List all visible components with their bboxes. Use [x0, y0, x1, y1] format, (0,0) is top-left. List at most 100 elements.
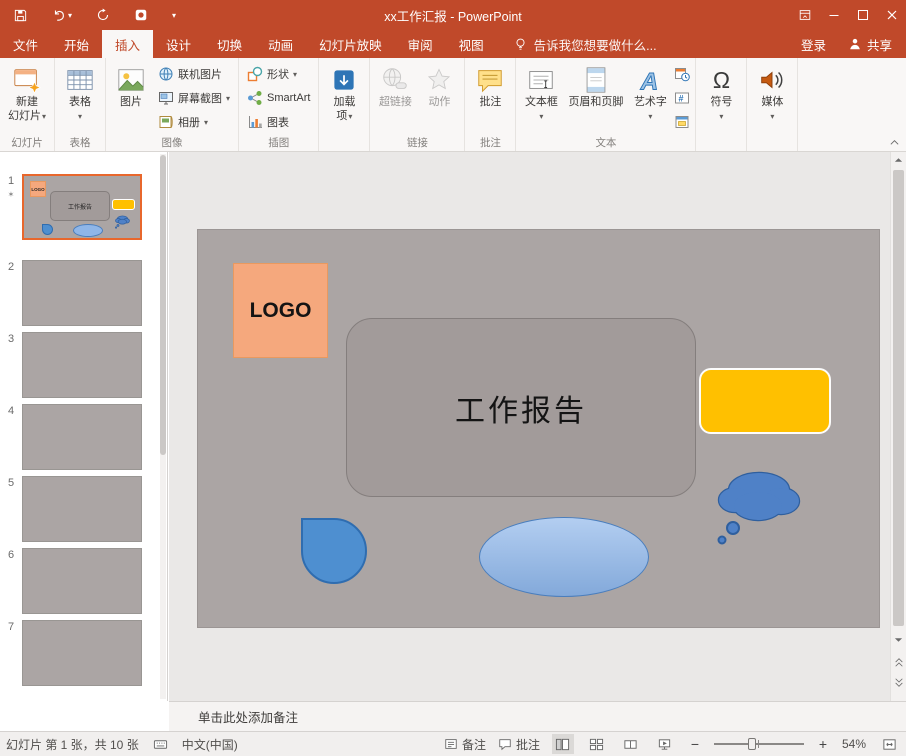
header-footer-icon — [583, 63, 609, 96]
add-ins-button[interactable]: 加载 项▾ — [322, 59, 366, 136]
chart-button[interactable]: 图表 — [242, 110, 315, 134]
ribbon-group-images: 图片 联机图片 屏幕截图 ▾ 相册 ▾ — [106, 58, 239, 151]
slide-number: 4 — [8, 405, 14, 417]
slide-thumbnail-6[interactable] — [22, 548, 142, 614]
comment-button[interactable]: 批注 — [468, 59, 512, 136]
slide-thumbnail-2[interactable] — [22, 260, 142, 326]
close-button[interactable] — [877, 0, 906, 30]
previous-slide-button[interactable] — [891, 654, 906, 670]
save-button[interactable] — [13, 8, 28, 23]
zoom-slider-thumb[interactable] — [748, 738, 756, 750]
undo-button[interactable]: ▾ — [52, 8, 72, 22]
window-controls — [790, 0, 906, 30]
tab-slideshow[interactable]: 幻灯片放映 — [306, 30, 395, 58]
symbol-button[interactable]: Ω 符号 ▾ — [699, 59, 743, 136]
tab-view[interactable]: 视图 — [446, 30, 497, 58]
ribbon-display-options-button[interactable] — [790, 0, 819, 30]
media-button[interactable]: 媒体 ▾ — [750, 59, 794, 136]
zoom-slider[interactable] — [714, 743, 804, 745]
notes-icon — [444, 737, 458, 751]
yellow-rounded-rectangle[interactable] — [699, 368, 831, 434]
tab-file[interactable]: 文件 — [0, 30, 51, 58]
notes-toggle-button[interactable]: 备注 — [444, 736, 486, 753]
redo-button[interactable] — [96, 8, 110, 22]
slide-sorter-view-button[interactable] — [586, 734, 608, 754]
thumbnail-scrollbar-thumb[interactable] — [160, 155, 166, 455]
tab-animations[interactable]: 动画 — [255, 30, 306, 58]
collapse-ribbon-button[interactable] — [887, 136, 901, 148]
undo-dropdown-icon[interactable]: ▾ — [68, 11, 72, 20]
comment-icon — [475, 63, 505, 96]
scroll-down-button[interactable] — [891, 632, 906, 648]
screenshot-button[interactable]: 屏幕截图 ▾ — [153, 86, 235, 110]
table-button[interactable]: 表格 ▾ — [58, 59, 102, 136]
slideshow-view-button[interactable] — [654, 734, 676, 754]
comments-toggle-button[interactable]: 批注 — [498, 736, 540, 753]
maximize-button[interactable] — [848, 0, 877, 30]
wordart-button[interactable]: A 艺术字 ▾ — [628, 59, 672, 136]
thumbnail-scrollbar[interactable] — [160, 154, 166, 699]
tab-review[interactable]: 审阅 — [395, 30, 446, 58]
slide-thumbnail-5[interactable] — [22, 476, 142, 542]
share-button[interactable]: 共享 — [848, 35, 892, 54]
date-time-button[interactable] — [672, 62, 692, 86]
cloud-callout-shape[interactable] — [711, 462, 807, 548]
slide-editing-area[interactable]: LOGO 工作报告 — [169, 152, 890, 701]
sign-in-button[interactable]: 登录 — [801, 35, 826, 54]
photo-album-button[interactable]: 相册 ▾ — [153, 110, 235, 134]
screenshot-tool-button[interactable] — [134, 8, 148, 22]
header-footer-label: 页眉和页脚 — [568, 96, 623, 110]
slide-thumbnail-3[interactable] — [22, 332, 142, 398]
zoom-out-button[interactable]: − — [688, 736, 702, 752]
slide-thumbnail-1[interactable]: LOGO 工作报告 — [22, 174, 142, 240]
textbox-label: 文本框 — [525, 96, 558, 110]
minimize-button[interactable] — [819, 0, 848, 30]
title-rounded-rectangle[interactable]: 工作报告 — [346, 318, 696, 497]
dropdown-icon: ▾ — [204, 118, 208, 127]
fit-to-window-button[interactable] — [878, 734, 900, 754]
tab-insert[interactable]: 插入 — [102, 30, 153, 58]
slide-thumbnail-4[interactable] — [22, 404, 142, 470]
slide-number-button[interactable]: # — [672, 86, 692, 110]
mini-title-shape: 工作报告 — [50, 191, 110, 221]
vertical-scrollbar[interactable] — [890, 152, 906, 701]
scrollbar-thumb[interactable] — [893, 170, 904, 626]
scroll-up-button[interactable] — [891, 152, 906, 168]
status-right: 备注 批注 − + 54% — [444, 734, 900, 754]
zoom-in-button[interactable]: + — [816, 736, 830, 752]
notes-pane[interactable]: 单击此处添加备注 — [169, 701, 906, 731]
tell-me-placeholder: 告诉我您想要做什么... — [534, 35, 657, 54]
text-small-column: # — [672, 59, 692, 136]
textbox-button[interactable]: 文本框 ▾ — [519, 59, 563, 136]
smartart-button[interactable]: SmartArt — [242, 86, 315, 110]
language-indicator[interactable]: 中文(中国) — [182, 736, 238, 753]
tab-transitions[interactable]: 切换 — [204, 30, 255, 58]
picture-button[interactable]: 图片 — [109, 59, 153, 136]
online-pictures-button[interactable]: 联机图片 — [153, 62, 235, 86]
shapes-button[interactable]: 形状 ▾ — [242, 62, 315, 86]
logo-shape[interactable]: LOGO — [233, 263, 328, 358]
insert-object-button[interactable] — [672, 110, 692, 134]
date-time-icon — [674, 66, 690, 82]
customize-qat-button[interactable]: ▾ — [172, 11, 176, 20]
tab-home[interactable]: 开始 — [51, 30, 102, 58]
ribbon-group-symbols: Ω 符号 ▾ — [696, 58, 747, 151]
ellipse-shape[interactable] — [479, 517, 649, 597]
hyperlink-button[interactable]: 超链接 — [373, 59, 417, 136]
shapes-label: 形状 — [267, 66, 289, 82]
reading-view-button[interactable] — [620, 734, 642, 754]
tab-design[interactable]: 设计 — [153, 30, 204, 58]
dropdown-icon: ▾ — [719, 110, 723, 124]
slide-canvas[interactable]: LOGO 工作报告 — [198, 230, 879, 627]
teardrop-shape[interactable] — [301, 518, 367, 584]
spellcheck-button[interactable] — [153, 737, 168, 752]
header-footer-button[interactable]: 页眉和页脚 — [563, 59, 628, 136]
slide-number: 7 — [8, 621, 14, 633]
normal-view-button[interactable] — [552, 734, 574, 754]
slide-thumbnail-7[interactable] — [22, 620, 142, 686]
next-slide-button[interactable] — [891, 674, 906, 690]
new-slide-button[interactable]: 新建 幻灯片▾ — [3, 59, 51, 136]
tell-me-box[interactable]: 告诉我您想要做什么... — [513, 30, 657, 58]
action-button[interactable]: 动作 — [417, 59, 461, 136]
zoom-level[interactable]: 54% — [842, 737, 866, 751]
